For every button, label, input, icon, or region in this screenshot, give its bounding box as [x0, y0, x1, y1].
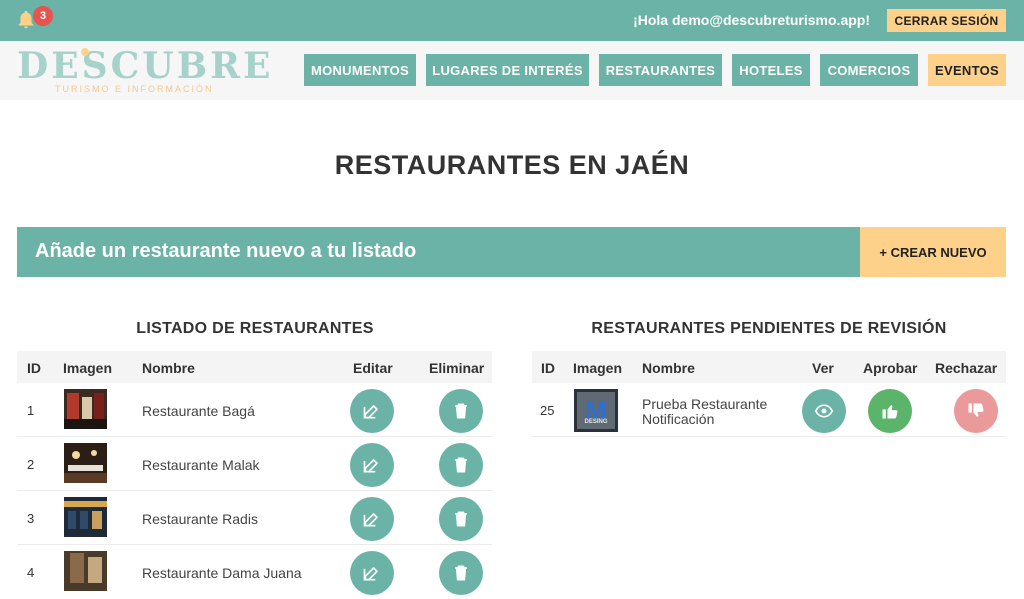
top-bar: 3 ¡Hola demo@descubreturismo.app! CERRAR… — [0, 0, 1024, 41]
listado-title: LISTADO DE RESTAURANTES — [136, 320, 374, 337]
notification-count-badge: 3 — [33, 6, 53, 26]
page-title: RESTAURANTES EN JAÉN — [334, 150, 690, 180]
row-name-line2: Notificación — [642, 411, 715, 427]
header-image: Imagen — [63, 360, 113, 376]
edit-icon — [363, 513, 378, 527]
edit-button[interactable] — [350, 551, 394, 595]
user-greeting: ¡Hola demo@descubreturismo.app! — [633, 12, 870, 28]
restaurants-table: ID Imagen Nombre Editar Eliminar 1 Resta… — [17, 351, 492, 595]
thumb-caption: DESING — [584, 419, 608, 425]
row-name: Restaurante Dama Juana — [142, 565, 302, 581]
header-view: Ver — [812, 360, 834, 376]
logo-dot — [81, 48, 89, 56]
pending-table: ID Imagen Nombre Ver Aprobar Rechazar 25… — [532, 351, 1006, 441]
edit-icon — [363, 405, 378, 419]
nav-eventos[interactable]: EVENTOS — [928, 54, 1006, 86]
trash-icon — [455, 403, 467, 419]
trash-icon — [455, 511, 467, 527]
nav-lugares-de-interes[interactable]: LUGARES DE INTERÉS — [426, 54, 589, 86]
nav-restaurantes[interactable]: RESTAURANTES — [599, 54, 722, 86]
logout-button[interactable]: CERRAR SESIÓN — [887, 9, 1006, 32]
create-new-button[interactable]: + CREAR NUEVO — [860, 227, 1006, 277]
restaurant-thumbnail[interactable] — [64, 551, 107, 591]
site-logo[interactable]: DESCUBRE TURISMO E INFORMACIÓN — [17, 45, 271, 95]
restaurant-thumbnail[interactable] — [64, 443, 107, 483]
delete-button[interactable] — [439, 551, 483, 595]
edit-button[interactable] — [350, 443, 394, 487]
nav-hoteles[interactable]: HOTELES — [732, 54, 810, 86]
approve-button[interactable] — [868, 389, 912, 433]
header-image: Imagen — [573, 360, 623, 376]
logo-wordmark: DESCUBRE — [17, 45, 274, 87]
restaurant-thumbnail[interactable] — [64, 497, 107, 537]
thumbs-down-icon — [968, 403, 984, 417]
restaurant-thumbnail[interactable] — [64, 389, 107, 429]
table-row: 4 Restaurante Dama Juana — [17, 546, 492, 599]
header-id: ID — [541, 360, 555, 376]
nav-monumentos[interactable]: MONUMENTOS — [304, 54, 416, 86]
banner-text: Añade un restaurante nuevo a tu listado — [35, 240, 417, 262]
row-name: Prueba Restaurante Notificación — [642, 397, 767, 427]
logo-tagline: TURISMO E INFORMACIÓN — [55, 84, 214, 94]
trash-icon — [455, 457, 467, 473]
header-name: Nombre — [142, 360, 195, 376]
pendientes-title: RESTAURANTES PENDIENTES DE REVISIÓN — [591, 320, 947, 337]
thumbs-up-icon — [882, 405, 898, 419]
row-id: 25 — [540, 403, 555, 418]
table-row: 2 Restaurante Malak — [17, 438, 492, 491]
header-name: Nombre — [642, 360, 695, 376]
restaurant-thumbnail[interactable]: M DESING — [574, 389, 618, 432]
header-delete: Eliminar — [429, 360, 485, 376]
reject-button[interactable] — [954, 389, 998, 433]
trash-icon — [455, 565, 467, 581]
view-button[interactable] — [802, 389, 846, 433]
create-banner: Añade un restaurante nuevo a tu listado … — [17, 227, 1006, 277]
row-name: Restaurante Bagá — [142, 403, 255, 419]
main-navbar: DESCUBRE TURISMO E INFORMACIÓN MONUMENTO… — [0, 41, 1024, 100]
row-name: Restaurante Malak — [142, 457, 260, 473]
row-id: 3 — [27, 511, 35, 526]
row-id: 4 — [27, 565, 35, 580]
header-approve: Aprobar — [863, 360, 918, 376]
row-id: 2 — [27, 457, 35, 472]
header-edit: Editar — [353, 360, 393, 376]
table-header: ID Imagen Nombre Ver Aprobar Rechazar — [532, 351, 1006, 383]
nav-comercios[interactable]: COMERCIOS — [820, 54, 918, 86]
edit-icon — [363, 567, 378, 581]
eye-icon — [814, 404, 834, 418]
edit-button[interactable] — [350, 497, 394, 541]
table-row: 3 Restaurante Radis — [17, 492, 492, 545]
row-id: 1 — [27, 403, 35, 418]
delete-button[interactable] — [439, 443, 483, 487]
edit-icon — [363, 459, 378, 473]
table-row: 25 M DESING Prueba Restaurante Notificac… — [532, 384, 1006, 437]
delete-button[interactable] — [439, 497, 483, 541]
delete-button[interactable] — [439, 389, 483, 433]
header-id: ID — [27, 360, 41, 376]
table-header: ID Imagen Nombre Editar Eliminar — [17, 351, 492, 383]
table-row: 1 Restaurante Bagá — [17, 384, 492, 437]
header-reject: Rechazar — [935, 360, 998, 376]
row-name: Restaurante Radis — [142, 511, 258, 527]
row-name-line1: Prueba Restaurante — [642, 396, 768, 412]
edit-button[interactable] — [350, 389, 394, 433]
